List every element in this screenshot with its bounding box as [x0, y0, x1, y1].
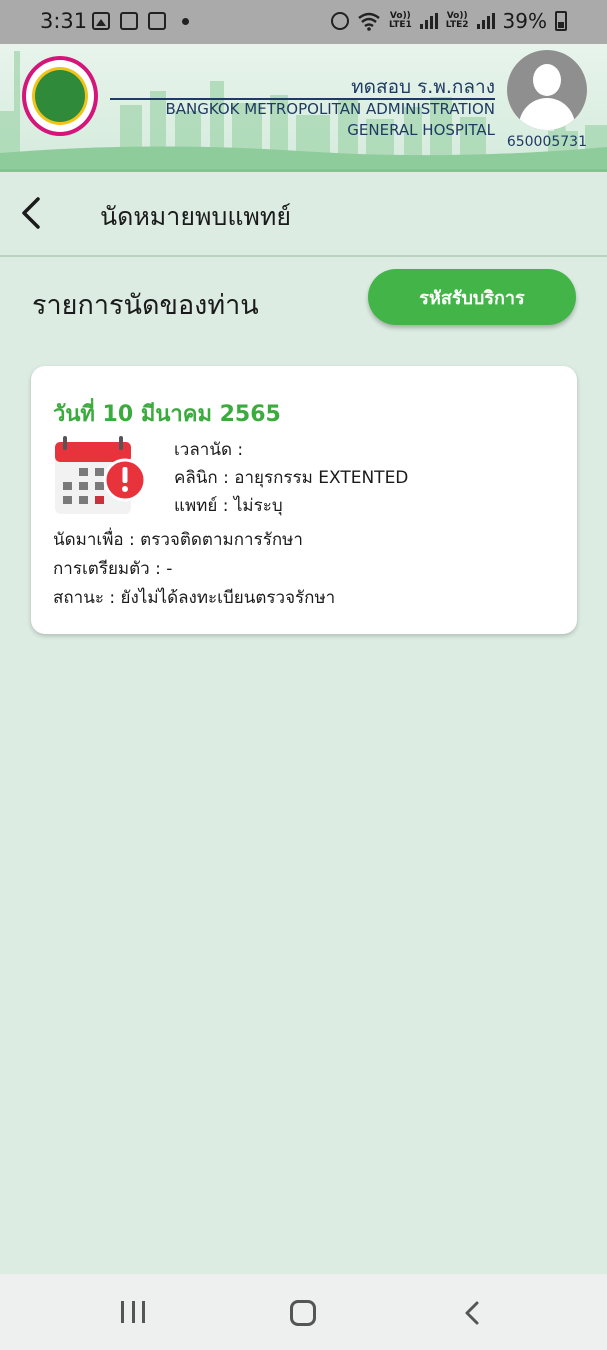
avatar-body: [519, 98, 575, 130]
appointment-card[interactable]: วันที่ 10 มีนาคม 2565 เวลานัด : คลินิก :…: [31, 366, 577, 634]
calendar-alert-icon: [55, 436, 147, 514]
lte2-label: LTE2: [445, 20, 469, 30]
voicemail-icon: [120, 12, 138, 30]
home-alert-icon: [148, 12, 166, 30]
logo-emblem: [32, 67, 88, 125]
appointment-time: เวลานัด :: [174, 440, 244, 460]
appointment-doctor: แพทย์ : ไม่ระบุ: [174, 496, 283, 516]
status-bar: 3:31 Vo)) LTE1 Vo)) LTE2 39%: [0, 0, 607, 44]
avatar[interactable]: [507, 50, 587, 130]
appointment-list-title: รายการนัดของท่าน: [32, 290, 259, 321]
recent-apps-icon[interactable]: [121, 1301, 145, 1323]
gallery-icon: [92, 12, 110, 30]
lte2-indicator: Vo)) LTE2: [446, 12, 469, 30]
avatar-head: [533, 64, 561, 96]
home-icon[interactable]: [290, 1300, 316, 1326]
signal-icon-2: [476, 13, 495, 29]
battery-icon: [555, 11, 567, 31]
appointment-details: นัดมาเพื่อ : ตรวจติดตามการรักษา การเตรีย…: [53, 526, 335, 613]
alarm-icon: [330, 12, 349, 30]
signal-icon: [419, 13, 438, 29]
hospital-logo: [22, 56, 98, 136]
notification-icons: [92, 12, 189, 30]
page-header: นัดหมายพบแพทย์: [0, 175, 607, 257]
appointment-preparation: การเตรียมตัว : -: [53, 559, 173, 579]
appointment-info: เวลานัด : คลินิก : อายุรกรรม EXTENTED แพ…: [174, 436, 408, 520]
more-notifications-dot: [182, 17, 189, 25]
service-code-button[interactable]: รหัสรับบริการ: [368, 269, 576, 325]
appointment-purpose: นัดมาเพื่อ : ตรวจติดตามการรักษา: [53, 530, 303, 550]
system-icons: Vo)) LTE1 Vo)) LTE2 39%: [330, 9, 567, 33]
lte1-indicator: Vo)) LTE1: [389, 12, 412, 30]
hospital-name-en-line2: GENERAL HOSPITAL: [347, 121, 495, 139]
system-nav-bar: [0, 1274, 607, 1350]
appointment-clinic: คลินิก : อายุรกรรม EXTENTED: [174, 468, 409, 488]
status-time: 3:31: [40, 9, 88, 33]
nav-back-icon[interactable]: [462, 1300, 482, 1326]
hospital-banner: ทดสอบ ร.พ.กลาง BANGKOK METROPOLITAN ADMI…: [0, 44, 607, 172]
battery-percent: 39%: [502, 9, 547, 33]
hospital-name-en-line1: BANGKOK METROPOLITAN ADMINISTRATION: [165, 100, 495, 118]
page-title: นัดหมายพบแพทย์: [100, 202, 292, 231]
back-arrow-icon[interactable]: [14, 193, 48, 233]
appointment-status: สถานะ : ยังไม่ได้ลงทะเบียนตรวจรักษา: [53, 588, 336, 608]
lte1-label: LTE1: [388, 20, 412, 30]
appointment-date: วันที่ 10 มีนาคม 2565: [53, 402, 281, 427]
patient-id: 650005731: [506, 134, 587, 150]
wifi-icon: [358, 12, 380, 31]
